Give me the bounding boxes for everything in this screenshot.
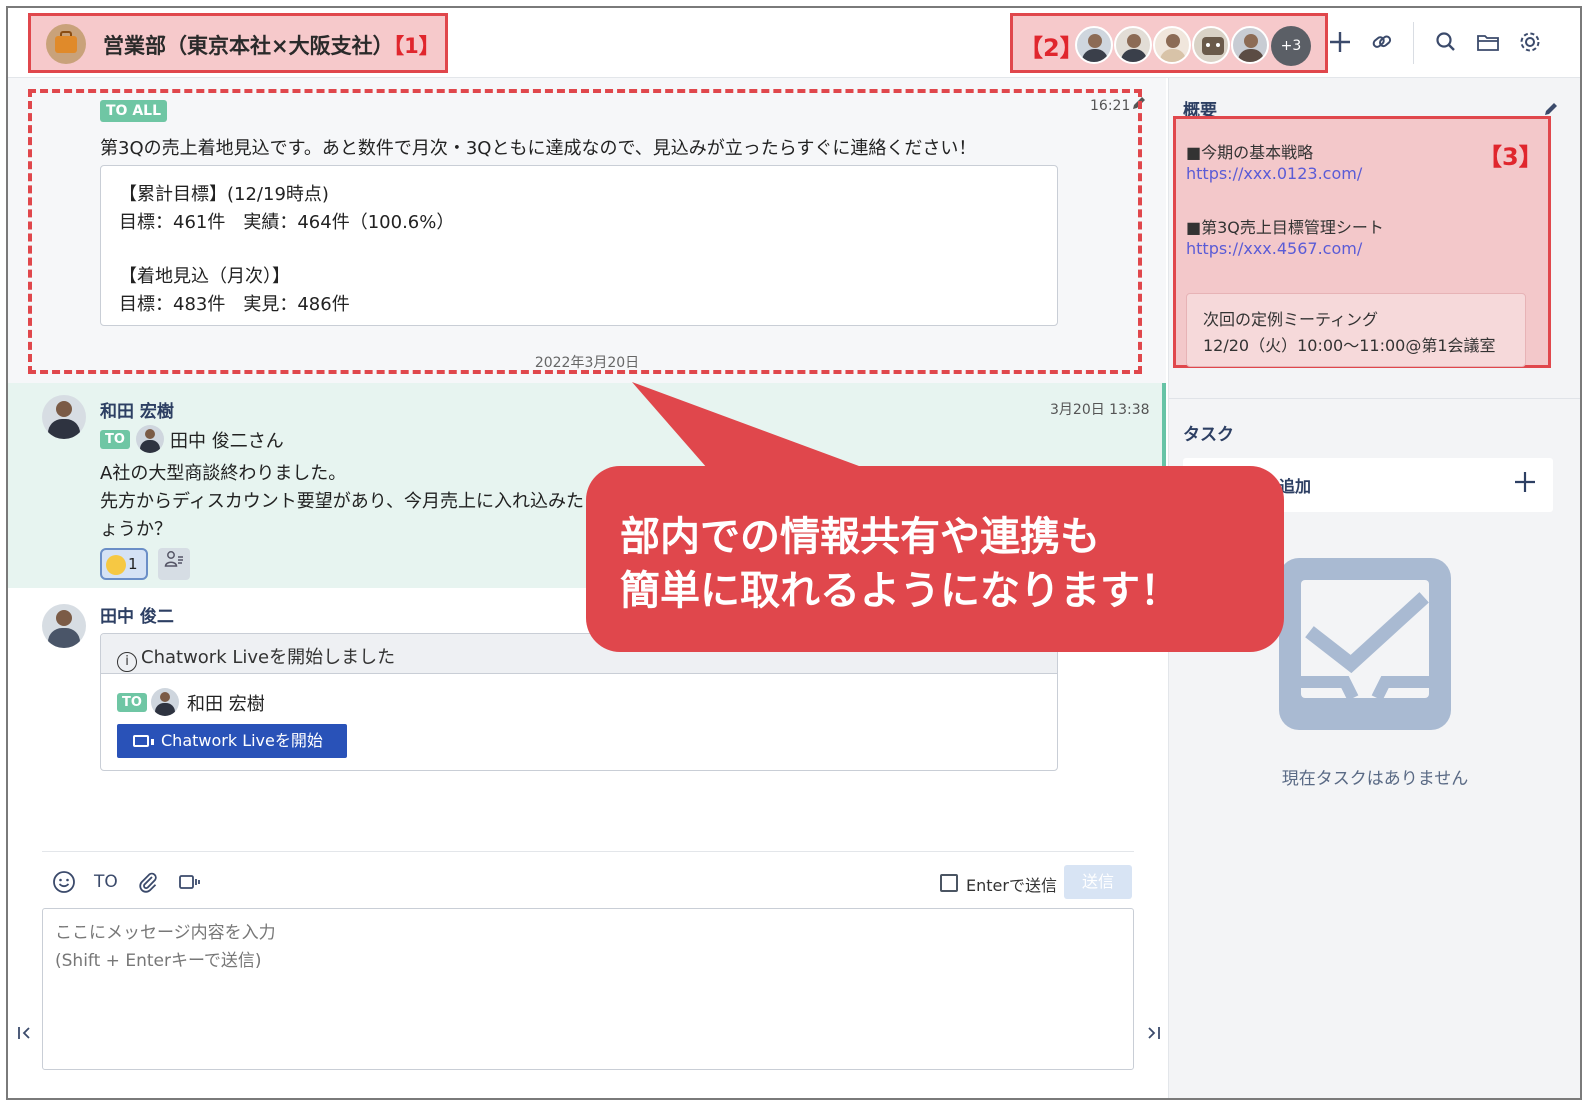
video-camera-icon[interactable] <box>178 870 204 899</box>
overview-item-label: ■今期の基本戦略 <box>1186 143 1314 162</box>
member-avatar[interactable] <box>1153 26 1191 64</box>
member-avatar[interactable] <box>1114 26 1152 64</box>
callout-banner: 部内での情報共有や連携も 簡単に取れるようになります！ <box>586 466 1284 652</box>
message-input[interactable] <box>42 908 1134 1070</box>
live-card-title: i Chatwork Liveを開始しました <box>117 643 395 672</box>
overview-highlight: 【3】 ■今期の基本戦略 https://xxx.0123.com/ ■第3Q売… <box>1173 116 1551 368</box>
room-header: 営業部（東京本社×大阪支社）【1】 【2】 +3 <box>8 8 1580 78</box>
enter-to-send-label: Enterで送信 <box>966 876 1057 895</box>
meeting-detail: 12/20（火）10:00〜11:00@第1会議室 <box>1203 336 1496 355</box>
gear-icon[interactable] <box>1516 28 1544 56</box>
to-badge: TO <box>117 693 147 712</box>
sender-name[interactable]: 田中 俊二 <box>100 602 174 627</box>
avatar[interactable] <box>42 604 86 648</box>
reaction-button[interactable]: 1 <box>100 548 148 580</box>
members-highlight: 【2】 +3 <box>1010 13 1328 73</box>
empty-task-checkbox-icon <box>1279 558 1451 730</box>
members-more-count[interactable]: +3 <box>1271 26 1311 66</box>
plus-icon[interactable] <box>1326 28 1354 56</box>
app-window: 営業部（東京本社×大阪支社）【1】 【2】 +3 TO ALL 16:21 第3… <box>6 6 1582 1100</box>
quote-line: 目標：461件 実績：464件（100.6%） <box>119 212 455 233</box>
plus-icon <box>1513 466 1537 503</box>
callout-line: 簡単に取れるようになります！ <box>620 568 1180 614</box>
room-title-highlight: 営業部（東京本社×大阪支社）【1】 <box>28 13 448 73</box>
to-button[interactable]: TO <box>94 872 118 892</box>
overview-marker: 【3】 <box>1478 143 1543 171</box>
add-task-label: 追加 <box>1279 477 1312 496</box>
emoji-icon[interactable] <box>52 870 76 899</box>
overview-link[interactable]: https://xxx.0123.com/ <box>1186 164 1362 183</box>
message-time: 16:21 <box>1090 98 1131 114</box>
members-marker: 【2】 <box>1019 34 1084 62</box>
info-icon: i <box>117 652 137 672</box>
avatar[interactable] <box>42 395 86 439</box>
send-button[interactable]: 送信 <box>1064 865 1132 899</box>
message-to-all: TO ALL 16:21 第3Qの売上着地見込です。あと数件で月次・3Qともに達… <box>8 78 1166 383</box>
header-separator <box>1413 22 1414 64</box>
to-badge: TO <box>100 430 130 449</box>
message-time: 3月20日 13:38 <box>1050 402 1150 418</box>
to-all-badge: TO ALL <box>100 100 168 122</box>
member-avatar[interactable] <box>1231 26 1269 64</box>
mention-name: 田中 俊二さん <box>170 431 284 452</box>
enter-to-send-checkbox[interactable] <box>940 874 958 892</box>
collapse-left-icon[interactable] <box>16 1024 34 1047</box>
attach-icon[interactable] <box>136 870 160 899</box>
reaction-count: 1 <box>128 555 138 573</box>
overview-link[interactable]: https://xxx.4567.com/ <box>1186 239 1362 258</box>
collapse-right-icon[interactable] <box>1144 1024 1162 1047</box>
member-avatar-bot[interactable] <box>1192 26 1230 64</box>
robot-icon <box>1202 37 1224 55</box>
readers-icon[interactable] <box>158 548 190 580</box>
callout-line: 部内での情報共有や連携も <box>620 514 1100 560</box>
composer-separator <box>42 851 1134 852</box>
overview-item-label: ■第3Q売上目標管理シート <box>1186 218 1384 237</box>
smile-emoji-icon <box>106 554 126 575</box>
room-title-marker: 【1】 <box>393 34 440 58</box>
message-line: A社の大型商談終わりました。 <box>100 463 347 484</box>
start-live-button[interactable]: Chatwork Liveを開始 <box>117 724 347 758</box>
edit-pencil-icon[interactable] <box>1130 94 1148 116</box>
quote-card: 【累計目標】(12/19時点) 目標：461件 実績：464件（100.6%） … <box>100 165 1058 326</box>
quote-line: 目標：483件 実見：486件 <box>119 294 350 315</box>
room-title: 営業部（東京本社×大阪支社）【1】 <box>103 30 440 60</box>
empty-task-label: 現在タスクはありません <box>1281 769 1469 789</box>
folder-icon[interactable] <box>1474 28 1502 56</box>
search-icon[interactable] <box>1432 28 1460 56</box>
briefcase-icon <box>55 36 77 53</box>
quote-line: 【累計目標】(12/19時点) <box>119 184 329 205</box>
link-icon[interactable] <box>1368 28 1396 56</box>
live-card: i Chatwork Liveを開始しました TO 和田 宏樹 Chatwork … <box>100 633 1058 771</box>
quote-line: 【着地見込（月次）】 <box>119 266 290 287</box>
video-camera-icon <box>133 735 154 747</box>
sender-name[interactable]: 和田 宏樹 <box>100 397 174 422</box>
room-avatar[interactable] <box>46 24 86 64</box>
message-line: ょうか？ <box>100 519 172 540</box>
message-line: 先方からディスカウント要望があり、今月売上に入れ込みた <box>100 491 585 512</box>
room-title-text: 営業部（東京本社×大阪支社） <box>103 34 394 58</box>
member-avatar[interactable] <box>1075 26 1113 64</box>
mention-name: 和田 宏樹 <box>187 694 265 715</box>
meeting-title: 次回の定例ミーティング <box>1203 310 1379 329</box>
task-heading: タスク <box>1183 425 1234 445</box>
message-text: 第3Qの売上着地見込です。あと数件で月次・3Qともに達成なので、見込みが立ったら… <box>100 138 977 159</box>
mention-avatar <box>151 688 179 716</box>
meeting-note: 次回の定例ミーティング 12/20（火）10:00〜11:00@第1会議室 <box>1186 293 1526 367</box>
side-divider <box>1169 398 1580 399</box>
callout-text: 部内での情報共有や連携も 簡単に取れるようになります！ <box>620 510 1180 618</box>
date-divider: 2022年3月20日 <box>534 355 640 371</box>
mention-avatar <box>136 425 164 453</box>
